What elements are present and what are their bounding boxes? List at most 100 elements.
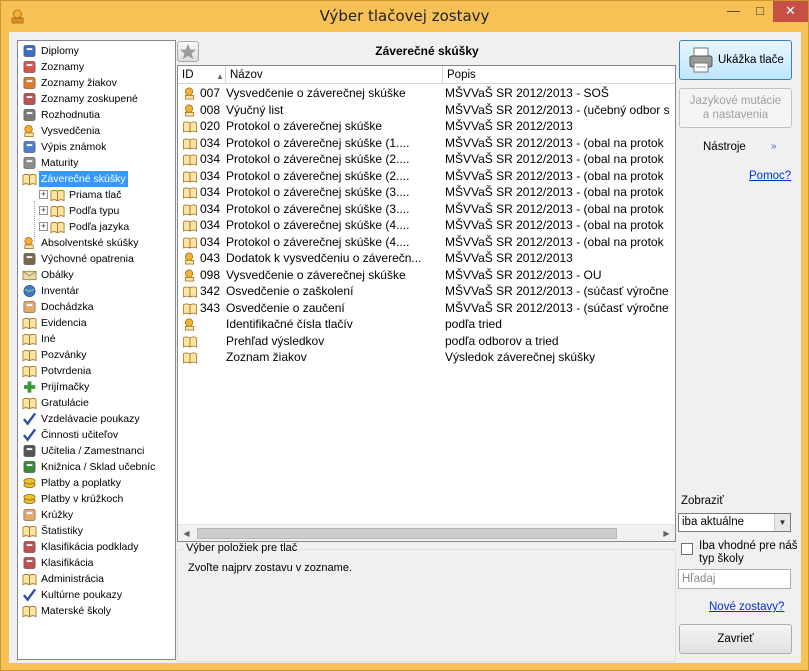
print-preview-button[interactable]: Ukážka tlače bbox=[679, 40, 792, 80]
print-preview-label: Ukážka tlače bbox=[718, 54, 784, 66]
minimize-button[interactable]: — bbox=[720, 1, 747, 22]
plus-icon bbox=[23, 381, 36, 393]
report-name-cell: Vysvedčenie o záverečnej skúške bbox=[226, 86, 406, 100]
report-description-cell: Výsledok záverečnej skúšky bbox=[445, 350, 596, 364]
report-name-cell: Zoznam žiakov bbox=[226, 350, 307, 364]
scroll-left-icon[interactable]: ◀ bbox=[178, 525, 195, 541]
tree-item-label: Administrácia bbox=[41, 573, 105, 585]
report-row[interactable]: 343 Osvedčenie o zaučení MŠVVaŠ SR 2012/20… bbox=[178, 300, 675, 317]
report-id-cell: 008 bbox=[200, 102, 221, 117]
report-row[interactable]: Zoznam žiakov Výsledok záverečnej skúšky bbox=[178, 349, 675, 366]
horizontal-scrollbar[interactable]: ◀ ▶ bbox=[178, 524, 675, 541]
books-icon bbox=[23, 461, 36, 473]
report-description-cell: MŠVVaŠ SR 2012/2013 bbox=[445, 251, 573, 265]
hand-icon bbox=[23, 509, 36, 521]
report-row[interactable]: 007 Vysvedčenie o záverečnej skúške MŠVVaŠ… bbox=[178, 85, 675, 102]
report-id-cell: 034 bbox=[200, 218, 221, 232]
school-type-checkbox[interactable] bbox=[681, 543, 693, 555]
category-tree[interactable]: Diplomy Zoznamy Zoznamy žiakov Zoznamy zosk… bbox=[17, 40, 176, 660]
report-row[interactable]: 043 Dodatok k vysvedčeniu o záverečn... MŠ… bbox=[178, 250, 675, 267]
language-settings-button[interactable]: Jazykové mutácie a nastavenia bbox=[679, 88, 792, 128]
tree-item-label: Materské školy bbox=[41, 605, 112, 617]
tree-item-label: Štatistiky bbox=[41, 525, 84, 537]
report-name-cell: Protokol o záverečnej skúške (2.... bbox=[226, 168, 410, 183]
column-id-label: ID bbox=[182, 69, 194, 81]
title-bar[interactable]: Výber tlačovej zostavy — □ ✕ bbox=[1, 1, 808, 32]
report-row[interactable]: 034 Protokol o záverečnej skúške (1.... MŠ… bbox=[178, 135, 675, 152]
report-description-cell: MŠVVaŠ SR 2012/2013 - (obal na protok bbox=[445, 168, 664, 183]
report-row[interactable]: 034 Protokol o záverečnej skúške (3.... MŠ… bbox=[178, 201, 675, 218]
report-row[interactable]: 008 Výučný list MŠVVaŠ SR 2012/2013 - (uče… bbox=[178, 102, 675, 119]
teacher-icon bbox=[23, 445, 36, 457]
chevron-down-icon[interactable]: ▼ bbox=[774, 514, 790, 531]
report-row[interactable]: 034 Protokol o záverečnej skúške (2.... MŠ… bbox=[178, 151, 675, 168]
grades-icon bbox=[23, 141, 36, 153]
coins-icon bbox=[23, 493, 36, 505]
book-icon bbox=[22, 333, 37, 346]
tools-expander[interactable]: Nástroje » bbox=[679, 136, 792, 158]
help-link[interactable]: Pomoc? bbox=[749, 170, 791, 182]
report-id-cell: 034 bbox=[200, 152, 221, 166]
report-id-cell: 043 bbox=[200, 251, 221, 265]
book-icon bbox=[183, 203, 197, 216]
report-list[interactable]: ID ▲ Názov Popis 007 Vysvedčenie o závere… bbox=[177, 65, 676, 542]
school-type-checkbox-label[interactable]: Iba vhodné pre náš typ školy bbox=[699, 540, 799, 566]
book-icon bbox=[183, 137, 197, 150]
report-row[interactable]: Identifikačné čísla tlačív podľa tried bbox=[178, 316, 675, 333]
group-legend: Výber položiek pre tlač bbox=[184, 542, 300, 554]
selection-hint: Zvoľte najprv zostavu v zozname. bbox=[188, 562, 353, 574]
tree-item-label: Rozhodnutia bbox=[41, 109, 100, 121]
report-row[interactable]: Prehľad výsledkov podľa odborov a tried bbox=[178, 333, 675, 350]
report-row[interactable]: 342 Osvedčenie o zaškolení MŠVVaŠ SR 2012/… bbox=[178, 283, 675, 300]
checkmark-icon bbox=[22, 588, 37, 602]
tree-item-label: Prijímačky bbox=[41, 381, 90, 393]
certificate-icon bbox=[184, 269, 195, 281]
tree-item-label: Krúžky bbox=[41, 509, 74, 521]
report-id-cell: 034 bbox=[200, 168, 221, 183]
report-row[interactable]: 034 Protokol o záverečnej skúške (3.... MŠ… bbox=[178, 184, 675, 201]
report-name-cell: Výučný list bbox=[226, 102, 284, 117]
tree-item-label: Podľa typu bbox=[69, 205, 120, 217]
tree-item-label: Evidencia bbox=[41, 317, 87, 329]
report-row[interactable]: 034 Protokol o záverečnej skúške (4.... MŠ… bbox=[178, 217, 675, 234]
close-button[interactable]: Zavrieť bbox=[679, 624, 792, 654]
column-header-name[interactable]: Názov bbox=[226, 66, 443, 84]
report-description-cell: MŠVVaŠ SR 2012/2013 - OU bbox=[445, 267, 602, 282]
search-input[interactable]: Hľadaj bbox=[678, 569, 791, 589]
show-filter-select[interactable]: iba aktuálne ▼ bbox=[678, 513, 791, 532]
certificate-icon bbox=[24, 125, 34, 137]
expand-icon[interactable]: + bbox=[39, 222, 48, 231]
report-name-cell: Protokol o záverečnej skúške (3.... bbox=[226, 185, 410, 199]
pencil-icon bbox=[23, 541, 36, 553]
tree-item-label: Absolventské skúšky bbox=[41, 237, 139, 249]
globe-icon bbox=[23, 285, 36, 297]
column-header-id[interactable]: ID ▲ bbox=[178, 66, 226, 84]
tree-item-label: Vzdelávacie poukazy bbox=[41, 413, 140, 425]
new-reports-link[interactable]: Nové zostavy? bbox=[709, 601, 784, 613]
report-id-cell: 343 bbox=[200, 300, 221, 315]
print-selection-group: Výber položiek pre tlač Zvoľte najprv zo… bbox=[177, 542, 676, 662]
report-description-cell: MŠVVaŠ SR 2012/2013 - (učebný odbor s bbox=[445, 102, 670, 117]
scroll-right-icon[interactable]: ▶ bbox=[658, 525, 675, 541]
expand-icon[interactable]: + bbox=[39, 206, 48, 215]
column-header-description[interactable]: Popis bbox=[443, 66, 675, 84]
scroll-thumb[interactable] bbox=[197, 528, 617, 539]
tree-item-label: Zoznamy žiakov bbox=[41, 77, 117, 89]
language-settings-label-1: Jazykové mutácie bbox=[689, 95, 782, 107]
close-window-button[interactable]: ✕ bbox=[773, 1, 808, 22]
tree-item-label: Činnosti učiteľov bbox=[41, 429, 119, 441]
report-description-cell: MŠVVaŠ SR 2012/2013 - (obal na protok bbox=[445, 201, 664, 216]
report-row[interactable]: 034 Protokol o záverečnej skúške (4.... MŠ… bbox=[178, 234, 675, 251]
maximize-button[interactable]: □ bbox=[747, 1, 773, 22]
expand-icon[interactable]: + bbox=[39, 190, 48, 199]
tree-item-label: Výchovné opatrenia bbox=[41, 253, 134, 265]
report-name-cell: Prehľad výsledkov bbox=[226, 333, 325, 348]
report-row[interactable]: 020 Protokol o záverečnej skúške MŠVVaŠ SR… bbox=[178, 118, 675, 135]
sort-ascending-icon: ▲ bbox=[216, 72, 224, 81]
column-name-label: Názov bbox=[230, 69, 263, 81]
report-row[interactable]: 034 Protokol o záverečnej skúške (2.... MŠ… bbox=[178, 168, 675, 185]
certificate-icon bbox=[184, 104, 195, 116]
report-name-cell: Protokol o záverečnej skúške bbox=[226, 119, 383, 133]
report-row[interactable]: 098 Vysvedčenie o záverečnej skúške MŠVVaŠ… bbox=[178, 267, 675, 284]
book-icon bbox=[183, 335, 197, 348]
